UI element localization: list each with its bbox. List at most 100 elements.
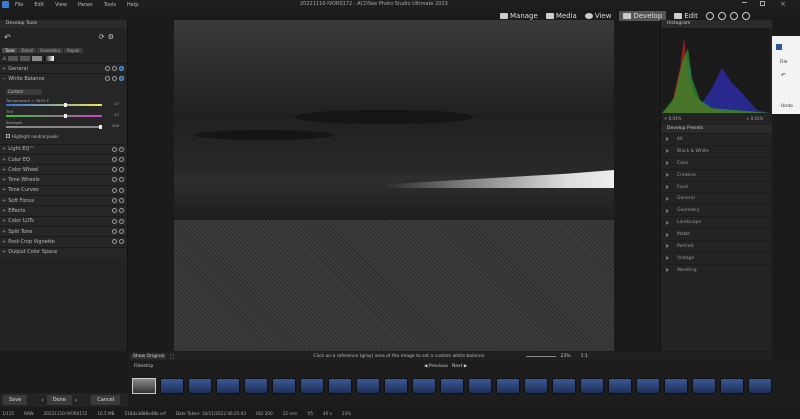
luts-icon[interactable] — [741, 12, 750, 20]
section-general[interactable]: + General — [0, 63, 127, 74]
show-original-button[interactable]: Show Original — [131, 354, 167, 359]
toggle-icon[interactable] — [112, 218, 117, 224]
image-canvas[interactable] — [174, 20, 614, 351]
power-icon[interactable] — [119, 218, 124, 224]
toggle-icon[interactable] — [112, 66, 117, 71]
filmstrip-thumbnail[interactable] — [468, 378, 492, 394]
save-button[interactable]: Save — [3, 395, 28, 405]
highlight-neutral-checkbox[interactable]: Highlight neutral pixels — [4, 131, 123, 142]
undo-icon[interactable]: ↶ — [781, 72, 786, 79]
minimize-icon[interactable] — [742, 2, 747, 3]
power-icon[interactable] — [119, 239, 124, 245]
preset-all[interactable]: All — [662, 133, 772, 145]
strip-swatch[interactable] — [20, 56, 31, 61]
other-app-file-menu[interactable]: File — [780, 60, 788, 65]
power-icon[interactable] — [119, 198, 124, 204]
section-white-balance[interactable]: − White Balance — [0, 73, 127, 84]
reset-icon[interactable]: ⟳ — [99, 33, 105, 41]
tab-repair[interactable]: Repair — [64, 47, 83, 53]
section-color-eq[interactable]: + Color EQ — [0, 153, 127, 165]
filmstrip-thumbnail[interactable] — [692, 378, 716, 394]
toggle-icon[interactable] — [112, 156, 117, 162]
365-icon[interactable] — [717, 12, 726, 20]
menu-tools[interactable]: Tools — [104, 2, 116, 8]
next-image-icon[interactable]: › — [75, 397, 77, 404]
tint-knob[interactable] — [64, 113, 67, 118]
previous-button[interactable]: ◀ Previous — [424, 364, 448, 369]
mode-edit[interactable]: Edit — [674, 12, 698, 20]
toggle-icon[interactable] — [112, 198, 117, 204]
filmstrip-thumbnail[interactable] — [496, 378, 520, 394]
menu-edit[interactable]: Edit — [34, 2, 44, 8]
stats-icon[interactable] — [729, 12, 738, 20]
strip-swatch[interactable] — [32, 56, 43, 61]
filmstrip-thumbnail[interactable] — [580, 378, 604, 394]
power-icon[interactable] — [119, 177, 124, 183]
tab-tune[interactable]: Tune — [2, 47, 18, 53]
filmstrip-thumbnail[interactable] — [244, 378, 268, 394]
tab-detail[interactable]: Detail — [18, 47, 37, 53]
temperature-slider[interactable]: Temperature = 5623 K 27 — [4, 98, 123, 109]
strip-gradient[interactable] — [44, 56, 55, 61]
preset-portrait[interactable]: Portrait — [662, 240, 772, 252]
menu-file[interactable]: File — [15, 2, 23, 8]
filmstrip-thumbnail[interactable] — [356, 378, 380, 394]
strip-swatch[interactable] — [8, 56, 19, 61]
preset-geometry[interactable]: Geometry — [662, 204, 772, 216]
cancel-button[interactable]: Cancel — [91, 395, 121, 405]
section-split-tone[interactable]: + Split Tone — [0, 225, 127, 237]
close-icon[interactable]: × — [780, 0, 786, 8]
mode-media[interactable]: Media — [545, 12, 577, 20]
filmstrip-thumbnail[interactable] — [748, 378, 772, 394]
mode-view[interactable]: View — [584, 12, 611, 20]
power-icon[interactable] — [119, 228, 124, 234]
filmstrip-thumbnail[interactable] — [664, 378, 688, 394]
filmstrip-thumbnail[interactable] — [188, 378, 212, 394]
toggle-icon[interactable] — [112, 146, 117, 152]
filmstrip-thumbnail[interactable] — [132, 378, 156, 394]
power-icon[interactable] — [119, 146, 124, 152]
zoom-level[interactable]: 23% — [561, 354, 571, 359]
power-icon[interactable] — [119, 208, 124, 214]
reset-icon[interactable] — [105, 66, 110, 71]
section-tone-wheels[interactable]: + Tone Wheels — [0, 174, 127, 185]
done-button[interactable]: Done — [46, 395, 72, 405]
filmstrip-thumbnail[interactable] — [272, 378, 296, 394]
filmstrip-thumbnail[interactable] — [216, 378, 240, 394]
preset-color[interactable]: Color — [662, 156, 772, 169]
filmstrip-thumbnail[interactable] — [440, 378, 464, 394]
filmstrip-thumbnail[interactable] — [608, 378, 632, 394]
settings-gear-icon[interactable]: ⚙ — [108, 33, 114, 41]
menu-view[interactable]: View — [55, 2, 67, 8]
toggle-icon[interactable] — [112, 187, 117, 193]
toggle-icon[interactable] — [112, 239, 117, 245]
filmstrip-thumbnail[interactable] — [720, 378, 744, 394]
section-color-wheel[interactable]: + Color Wheel — [0, 164, 127, 175]
toggle-icon[interactable] — [112, 177, 117, 183]
filmstrip-thumbnail[interactable] — [412, 378, 436, 394]
zoom-slider[interactable] — [525, 356, 556, 357]
fullscreen-icon[interactable]: ⛶ — [170, 354, 173, 360]
prev-image-icon[interactable]: ‹ — [41, 397, 43, 404]
strength-slider[interactable]: Strength 100 — [4, 120, 123, 131]
dashboard-icon[interactable] — [705, 12, 714, 20]
filmstrip-thumbnail[interactable] — [328, 378, 352, 394]
temperature-knob[interactable] — [64, 102, 67, 107]
menu-panes[interactable]: Panes — [78, 2, 93, 8]
section-soft-focus[interactable]: + Soft Focus — [0, 195, 127, 206]
reset-icon[interactable] — [105, 76, 110, 82]
filmstrip-thumbnail[interactable] — [636, 378, 660, 394]
power-icon[interactable] — [119, 167, 124, 173]
section-output-color-space[interactable]: + Output Color Space — [0, 246, 127, 257]
undo-arrow-icon[interactable]: ↶ — [4, 33, 11, 42]
section-tone-curves[interactable]: + Tone Curves — [0, 184, 127, 196]
section-light-eq-[interactable]: + Light EQ™ — [0, 143, 127, 154]
mode-manage[interactable]: Manage — [500, 12, 538, 20]
preset-creative[interactable]: Creative — [662, 168, 772, 181]
power-icon[interactable] — [119, 76, 124, 82]
filmstrip-thumbnail[interactable] — [552, 378, 576, 394]
filmstrip-thumbnail[interactable] — [524, 378, 548, 394]
actual-size-button[interactable]: 1:1 — [581, 354, 588, 359]
tint-slider[interactable]: Tint 27 — [4, 109, 123, 120]
menu-help[interactable]: Help — [127, 2, 138, 8]
